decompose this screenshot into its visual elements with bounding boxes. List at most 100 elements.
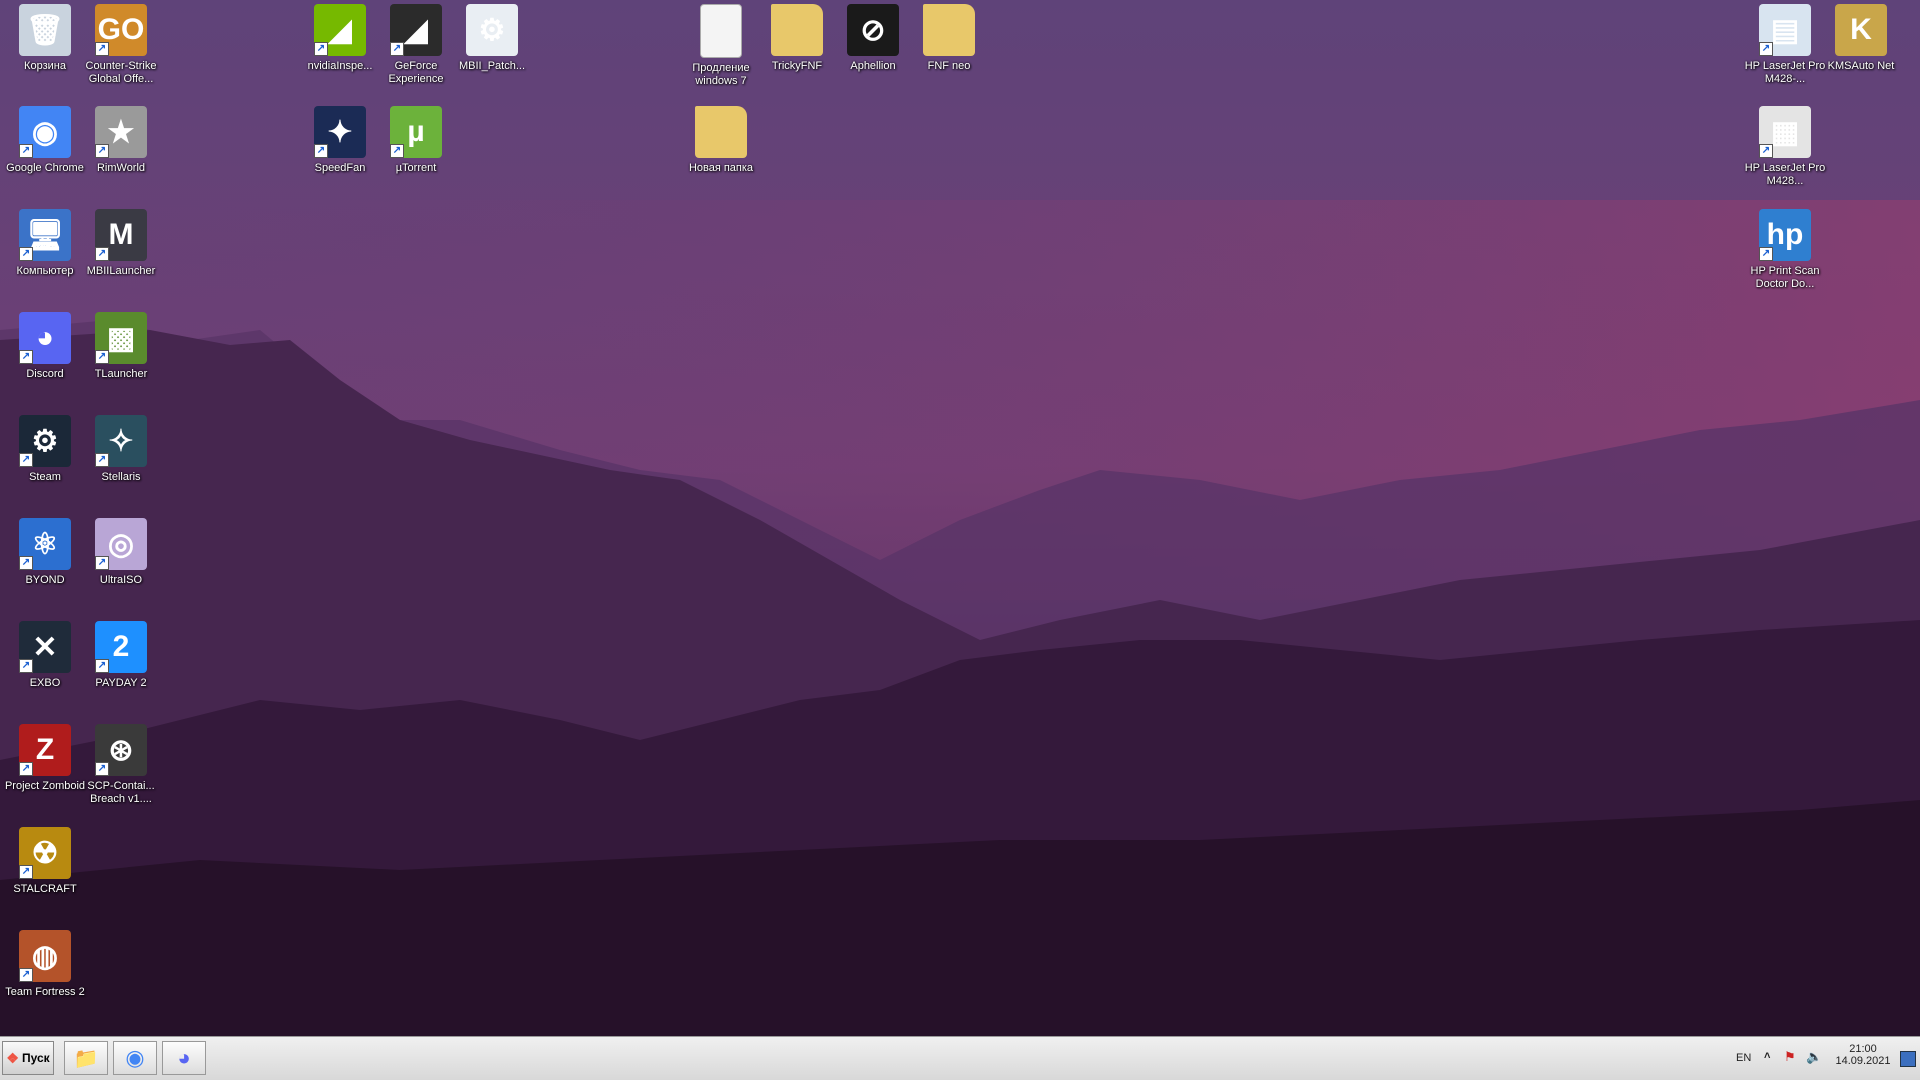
tray-expand-icon[interactable]: ˄ [1764, 1050, 1770, 1062]
shortcut-arrow-icon: ↗ [95, 247, 109, 261]
hp-print-scan-doctor-icon: hp ↗ [1759, 209, 1811, 261]
desktop-icon[interactable]: ⚙ MBII_Patch... [447, 4, 537, 73]
desktop-icon-label: µTorrent [395, 162, 437, 174]
desktop-icon-label: MBIILauncher [86, 265, 156, 277]
desktop-icon[interactable]: ★ ↗ RimWorld [76, 106, 166, 175]
desktop-icon-label: Stellaris [101, 471, 141, 483]
taskbar-chrome-button[interactable]: ◉ [113, 1041, 157, 1075]
mbii-launcher-icon: M ↗ [95, 209, 147, 261]
shortcut-arrow-icon: ↗ [19, 247, 33, 261]
desktop-icon-label: SCP-Contai... Breach v1.... [87, 780, 155, 805]
shortcut-arrow-icon: ↗ [19, 659, 33, 673]
chrome-icon: ◉ ↗ [19, 106, 71, 158]
desktop-icon-label: STALCRAFT [13, 883, 77, 895]
explorer-icon: 📁 [73, 1047, 99, 1070]
rimworld-icon: ★ ↗ [95, 106, 147, 158]
nvidia-inspector-icon: ◢ ↗ [314, 4, 366, 56]
volume-icon[interactable]: 🔈 [1806, 1049, 1822, 1065]
tf2-icon: ◍ ↗ [19, 930, 71, 982]
kmsauto-icon: K [1835, 4, 1887, 56]
computer-icon: 🖥 ↗ [19, 209, 71, 261]
text-document-icon [700, 4, 742, 58]
desktop-icon[interactable]: 2 ↗ PAYDAY 2 [76, 621, 166, 690]
desktop-icon[interactable]: µ ↗ µTorrent [371, 106, 461, 175]
speedfan-icon: ✦ ↗ [314, 106, 366, 158]
printer-icon: ▦ ↗ [1759, 106, 1811, 158]
desktop-icon-label: HP LaserJet Pro M428... [1744, 162, 1826, 187]
desktop-icon[interactable]: ◍ ↗ Team Fortress 2 [0, 930, 90, 999]
desktop-icon-label: Team Fortress 2 [5, 986, 85, 998]
shortcut-arrow-icon: ↗ [95, 350, 109, 364]
stalcraft-icon: ☢ ↗ [19, 827, 71, 879]
desktop-icon-label: HP Print Scan Doctor Do... [1750, 265, 1820, 290]
desktop-icon[interactable]: ✧ ↗ Stellaris [76, 415, 166, 484]
windows-logo-icon: ❖ [6, 1049, 19, 1066]
shortcut-arrow-icon: ↗ [314, 144, 328, 158]
utorrent-icon: µ ↗ [390, 106, 442, 158]
ultraiso-icon: ◎ ↗ [95, 518, 147, 570]
desktop-icon-label: MBII_Patch... [458, 60, 526, 72]
desktop-icon[interactable]: ◎ ↗ UltraISO [76, 518, 166, 587]
clock-time: 21:00 [1849, 1043, 1877, 1055]
clock-date: 14.09.2021 [1835, 1055, 1891, 1067]
shortcut-arrow-icon: ↗ [19, 762, 33, 776]
scanner-icon: ▤ ↗ [1759, 4, 1811, 56]
folder-icon [695, 106, 747, 158]
start-button[interactable]: ❖ Пуск [2, 1041, 54, 1075]
exbo-icon: ✕ ↗ [19, 621, 71, 673]
desktop-icon[interactable]: Новая папка [676, 106, 766, 175]
scp-icon: ⊛ ↗ [95, 724, 147, 776]
desktop-icon[interactable]: ▩ ↗ TLauncher [76, 312, 166, 381]
taskbar-explorer-button[interactable]: 📁 [64, 1041, 108, 1075]
shortcut-arrow-icon: ↗ [314, 42, 328, 56]
shortcut-arrow-icon: ↗ [1759, 42, 1773, 56]
desktop-icon-label: UltraISO [99, 574, 143, 586]
desktop-icon-label: RimWorld [96, 162, 146, 174]
shortcut-arrow-icon: ↗ [19, 865, 33, 879]
shortcut-arrow-icon: ↗ [95, 144, 109, 158]
taskbar-discord-button[interactable]: ◕ [162, 1041, 206, 1075]
desktop-icon[interactable]: K KMSAuto Net [1816, 4, 1906, 73]
desktop-icon-label: Counter-Strike Global Offe... [85, 60, 157, 85]
desktop-icon[interactable]: ▦ ↗ HP LaserJet Pro M428... [1740, 106, 1830, 188]
desktop-icon[interactable]: ☢ ↗ STALCRAFT [0, 827, 90, 896]
shortcut-arrow-icon: ↗ [390, 144, 404, 158]
project-zomboid-icon: Z ↗ [19, 724, 71, 776]
desktop-icon-label: KMSAuto Net [1827, 60, 1895, 72]
clock[interactable]: 21:00 14.09.2021 [1822, 1043, 1904, 1067]
shortcut-arrow-icon: ↗ [95, 556, 109, 570]
geforce-experience-icon: ◢ ↗ [390, 4, 442, 56]
shortcut-arrow-icon: ↗ [95, 659, 109, 673]
network-warning-icon[interactable]: ⚑ [1784, 1049, 1796, 1065]
folder-icon [771, 4, 823, 56]
shortcut-arrow-icon: ↗ [19, 556, 33, 570]
shortcut-arrow-icon: ↗ [95, 762, 109, 776]
desktop-icon-label: FNF neo [927, 60, 971, 72]
recycle-bin-icon: 🗑 [19, 4, 71, 56]
aphellion-icon: ⊘ [847, 4, 899, 56]
desktop-icon[interactable]: FNF neo [904, 4, 994, 73]
desktop-icon[interactable]: ⊛ ↗ SCP-Contai... Breach v1.... [76, 724, 166, 806]
desktop-icon-label: TLauncher [94, 368, 148, 380]
byond-icon: ⚛ ↗ [19, 518, 71, 570]
shortcut-arrow-icon: ↗ [19, 968, 33, 982]
shortcut-arrow-icon: ↗ [95, 42, 109, 56]
shortcut-arrow-icon: ↗ [95, 453, 109, 467]
desktop-icon[interactable]: GO ↗ Counter-Strike Global Offe... [76, 4, 166, 86]
csgo-icon: GO ↗ [95, 4, 147, 56]
payday2-icon: 2 ↗ [95, 621, 147, 673]
tlauncher-icon: ▩ ↗ [95, 312, 147, 364]
show-desktop-button[interactable] [1900, 1051, 1916, 1067]
stellaris-icon: ✧ ↗ [95, 415, 147, 467]
shortcut-arrow-icon: ↗ [19, 144, 33, 158]
taskbar: ❖ Пуск 📁 ◉ ◕ EN ˄ ⚑ 🔈 21:00 14.09.2021 [0, 1036, 1920, 1080]
shortcut-arrow-icon: ↗ [1759, 144, 1773, 158]
discord-icon: ◕ [177, 1045, 191, 1070]
desktop-icon[interactable]: hp ↗ HP Print Scan Doctor Do... [1740, 209, 1830, 291]
steam-icon: ⚙ ↗ [19, 415, 71, 467]
chrome-icon: ◉ [125, 1045, 145, 1070]
language-indicator[interactable]: EN [1736, 1052, 1751, 1064]
desktop-icon-label: Новая папка [688, 162, 754, 174]
desktop-icon-label: PAYDAY 2 [95, 677, 147, 689]
desktop-icon[interactable]: M ↗ MBIILauncher [76, 209, 166, 278]
